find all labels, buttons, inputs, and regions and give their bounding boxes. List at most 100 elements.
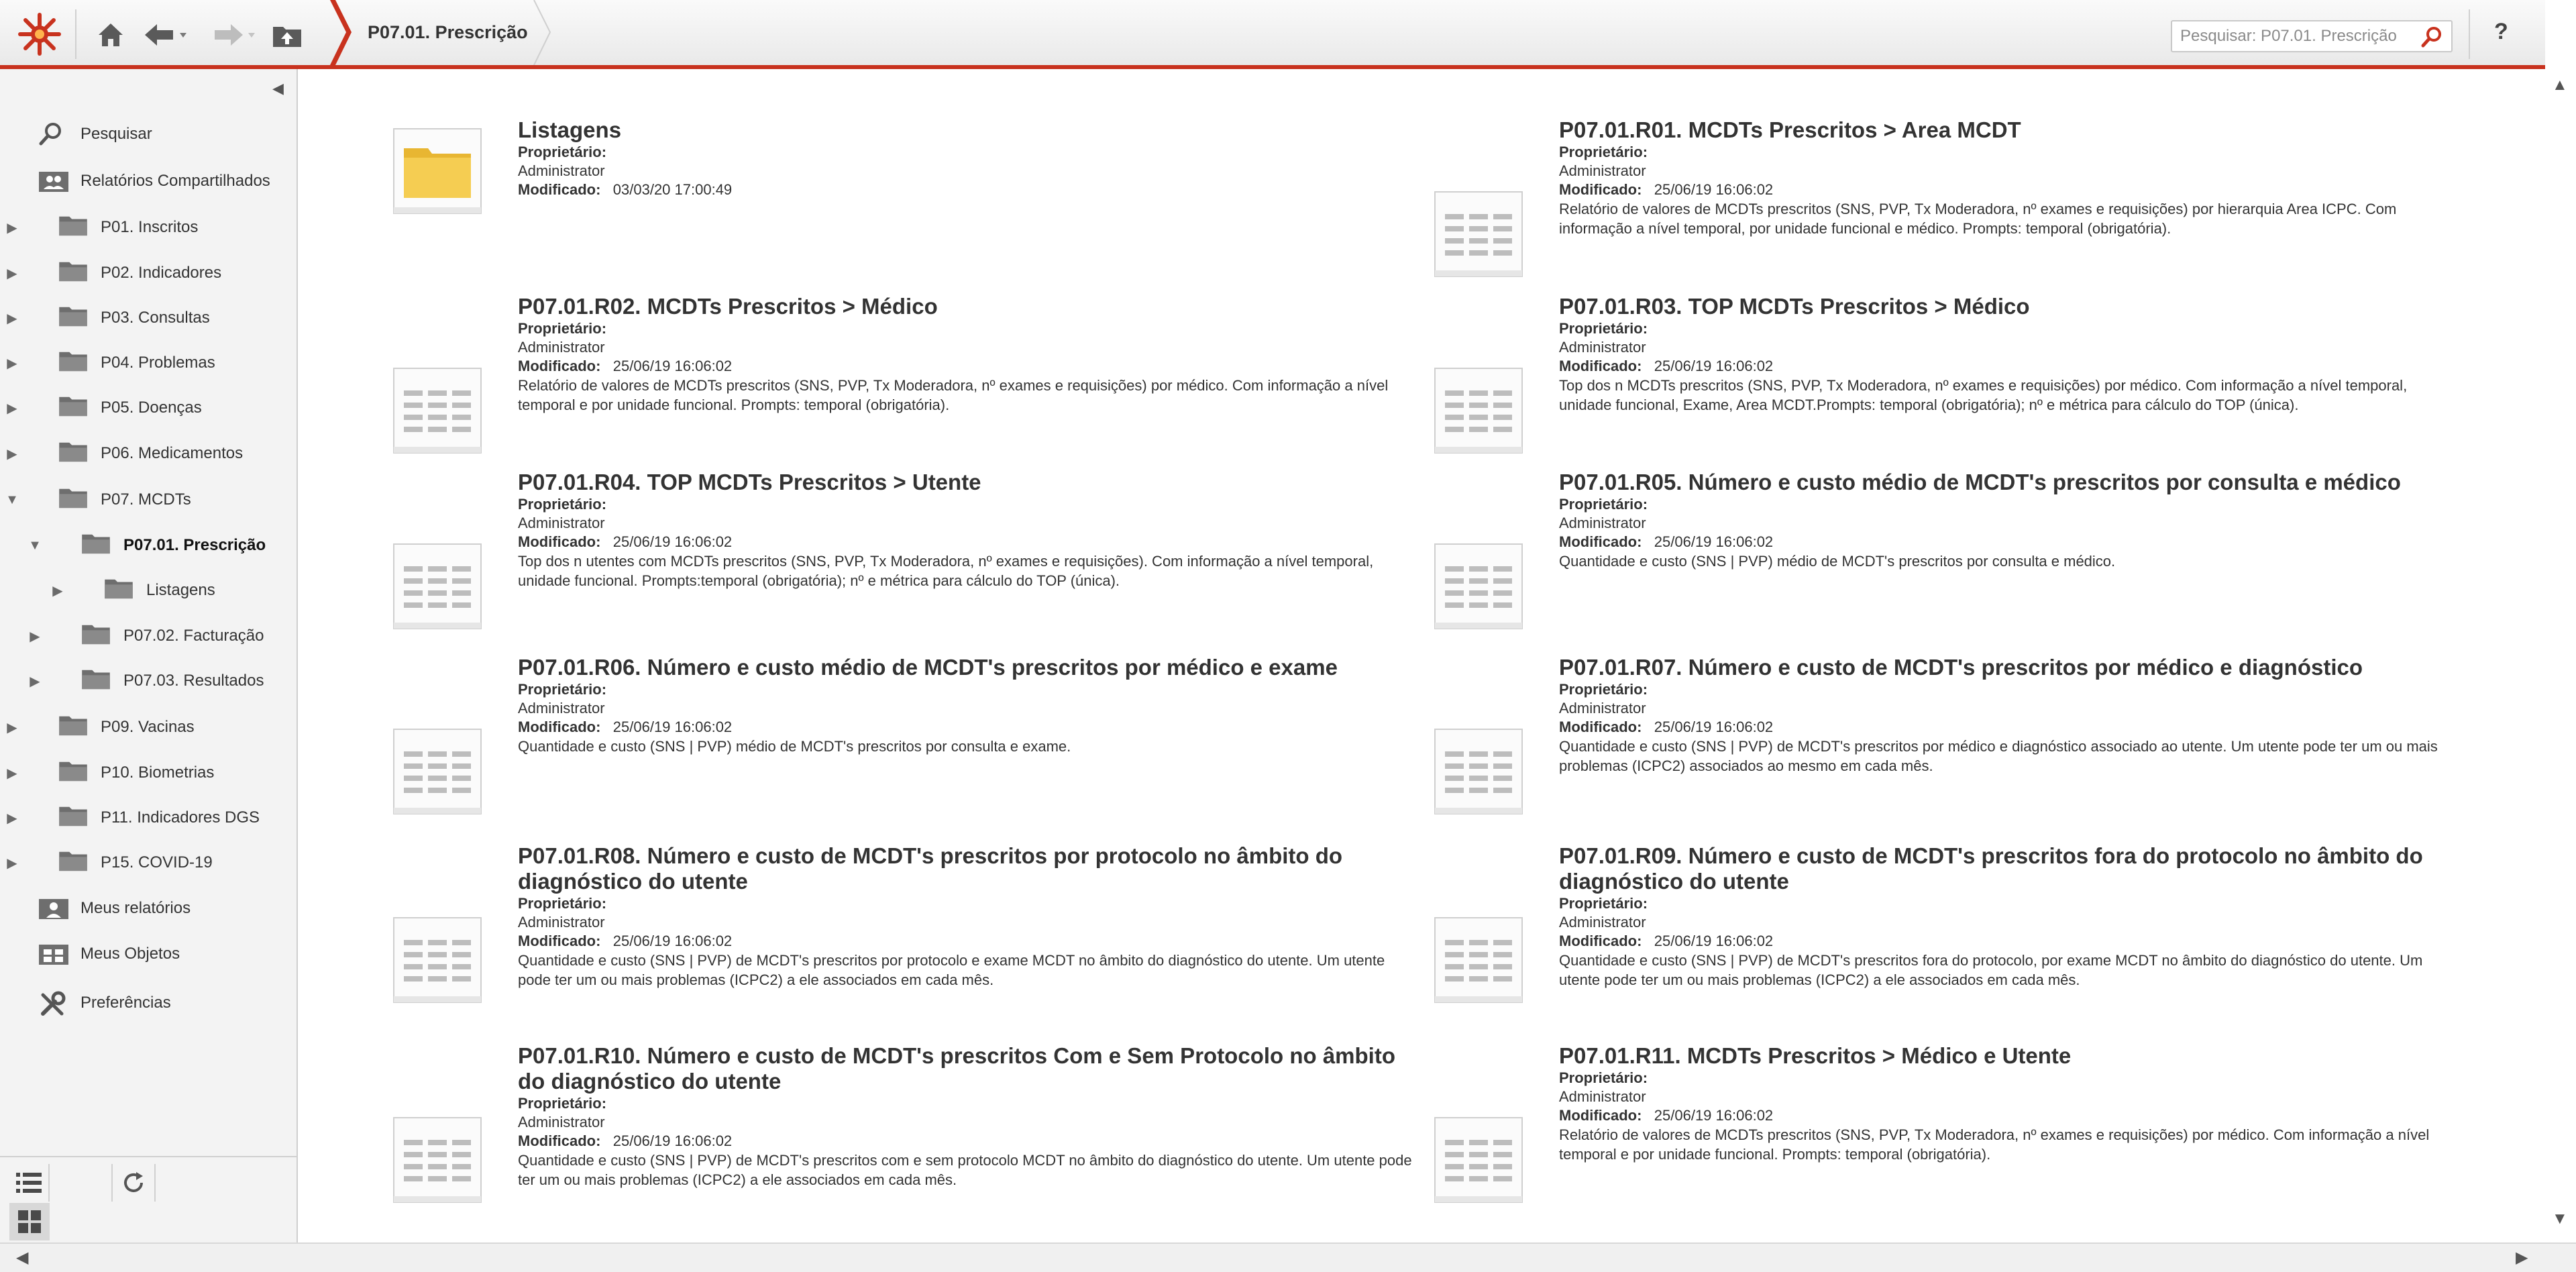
sidebar-item-label: P07.02. Facturação	[123, 627, 264, 645]
sidebar-item-p03-consultas[interactable]: ▶ P03. Consultas	[0, 299, 295, 337]
help-button[interactable]: ?	[2494, 19, 2508, 45]
sidebar-item-pesquisar[interactable]: Pesquisar	[0, 115, 295, 153]
expand-arrow-icon[interactable]: ▶	[4, 265, 20, 282]
sidebar-item-p02-indicadores[interactable]: ▶ P02. Indicadores	[0, 254, 295, 292]
search-box[interactable]	[2171, 20, 2453, 52]
report-icon[interactable]	[1434, 729, 1523, 814]
modified-label: Modificado:	[1559, 358, 1642, 374]
sidebar-item-meus-objetos[interactable]: Meus Objetos	[0, 935, 295, 973]
expand-arrow-icon[interactable]: ▶	[4, 855, 20, 871]
sidebar-item-p09-vacinas[interactable]: ▶ P09. Vacinas	[0, 708, 295, 746]
sidebar-item-p07-mcdts[interactable]: ▼ P07. MCDTs	[0, 481, 295, 519]
folder-icon	[103, 577, 134, 604]
report-icon[interactable]	[1434, 368, 1523, 454]
expand-arrow-icon[interactable]: ▶	[50, 582, 66, 599]
search-input[interactable]	[2172, 21, 2414, 51]
scroll-right-icon[interactable]: ▶	[2516, 1248, 2528, 1267]
collapse-arrow-icon[interactable]: ▼	[4, 492, 20, 508]
sidebar-item-relat-rios-compartilhados[interactable]: Relatórios Compartilhados	[0, 162, 295, 200]
expand-arrow-icon[interactable]: ▶	[27, 673, 43, 690]
expand-arrow-icon[interactable]: ▶	[4, 355, 20, 372]
sidebar-item-p11-indicadores-dgs[interactable]: ▶ P11. Indicadores DGS	[0, 799, 295, 837]
sidebar-item-p07-03-resultados[interactable]: ▶ P07.03. Resultados	[0, 662, 295, 700]
card-title[interactable]: P07.01.R03. TOP MCDTs Prescritos > Médic…	[1559, 294, 2458, 319]
card-title[interactable]: P07.01.R06. Número e custo médio de MCDT…	[518, 655, 1417, 680]
expand-arrow-icon[interactable]: ▶	[4, 445, 20, 462]
report-icon[interactable]	[393, 543, 482, 629]
up-folder-button[interactable]	[267, 15, 307, 55]
sidebar-item-p05-doen-as[interactable]: ▶ P05. Doenças	[0, 389, 295, 427]
sidebar-item-p07-02-factura-o[interactable]: ▶ P07.02. Facturação	[0, 617, 295, 655]
expand-arrow-icon[interactable]: ▶	[4, 219, 20, 236]
owner-label: Proprietário:	[1559, 496, 1648, 513]
sidebar-item-p10-biometrias[interactable]: ▶ P10. Biometrias	[0, 754, 295, 792]
sidebar-item-label: Relatórios Compartilhados	[80, 172, 270, 190]
card-title[interactable]: P07.01.R07. Número e custo de MCDT's pre…	[1559, 655, 2458, 680]
card-title[interactable]: P07.01.R08. Número e custo de MCDT's pre…	[518, 843, 1417, 894]
sidebar-item-p15-covid-19[interactable]: ▶ P15. COVID-19	[0, 844, 295, 882]
sidebar-item-meus-relat-rios[interactable]: Meus relatórios	[0, 890, 295, 927]
expand-arrow-icon[interactable]: ▶	[4, 400, 20, 417]
report-icon[interactable]	[1434, 917, 1523, 1003]
owner-label: Proprietário:	[1559, 1069, 1648, 1086]
folder-icon	[58, 714, 89, 741]
report-icon[interactable]	[1434, 1117, 1523, 1203]
scroll-down-icon[interactable]: ▼	[2552, 1210, 2568, 1228]
search-icon[interactable]	[2420, 25, 2443, 48]
home-button[interactable]	[91, 15, 130, 55]
card-title[interactable]: P07.01.R09. Número e custo de MCDT's pre…	[1559, 843, 2458, 894]
scroll-left-icon[interactable]: ◀	[16, 1248, 28, 1267]
card-title[interactable]: P07.01.R02. MCDTs Prescritos > Médico	[518, 294, 1417, 319]
report-icon[interactable]	[393, 729, 482, 814]
folder-icon	[58, 486, 89, 514]
sidebar-item-p01-inscritos[interactable]: ▶ P01. Inscritos	[0, 209, 295, 246]
vertical-scrollbar[interactable]: ▲ ▼	[2542, 69, 2576, 1242]
card-description: Relatório de valores de MCDTs prescritos…	[1559, 1126, 2430, 1163]
expand-arrow-icon[interactable]: ▶	[4, 310, 20, 327]
expand-arrow-icon[interactable]: ▶	[4, 719, 20, 736]
sidebar-item-label: Preferências	[80, 994, 171, 1012]
modified-label: Modificado:	[518, 358, 601, 374]
card-description: Top dos n utentes com MCDTs prescritos (…	[518, 553, 1374, 589]
sidebar-item-p07-01-prescri-o[interactable]: ▼ P07.01. Prescrição	[0, 527, 295, 564]
expand-arrow-icon[interactable]: ▶	[4, 765, 20, 782]
card-title[interactable]: Listagens	[518, 117, 1417, 143]
app-logo-icon[interactable]	[16, 11, 63, 58]
sidebar-item-prefer-ncias[interactable]: Preferências	[0, 984, 295, 1022]
horizontal-scrollbar[interactable]: ◀ ▶	[0, 1242, 2576, 1272]
card-title[interactable]: P07.01.R10. Número e custo de MCDT's pre…	[518, 1043, 1417, 1094]
folder-icon	[80, 668, 111, 695]
card-title[interactable]: P07.01.R05. Número e custo médio de MCDT…	[1559, 470, 2458, 495]
back-button[interactable]	[140, 15, 193, 55]
report-icon[interactable]	[1434, 191, 1523, 277]
card-title[interactable]: P07.01.R11. MCDTs Prescritos > Médico e …	[1559, 1043, 2458, 1069]
top-toolbar: P07.01. Prescrição ?	[0, 0, 2545, 69]
sidebar-item-p06-medicamentos[interactable]: ▶ P06. Medicamentos	[0, 435, 295, 472]
card-title[interactable]: P07.01.R04. TOP MCDTs Prescritos > Utent…	[518, 470, 1417, 495]
report-icon[interactable]	[393, 1117, 482, 1203]
folder-icon	[80, 623, 111, 650]
expand-arrow-icon[interactable]: ▶	[4, 810, 20, 827]
report-icon[interactable]	[393, 917, 482, 1003]
scroll-up-icon[interactable]: ▲	[2552, 76, 2568, 95]
report-icon[interactable]	[393, 368, 482, 454]
report-icon[interactable]	[1434, 543, 1523, 629]
modified-value: 25/06/19 16:06:02	[1654, 933, 1774, 949]
collapse-sidebar-icon[interactable]: ◀	[272, 80, 284, 97]
forward-button[interactable]	[208, 15, 262, 55]
card-text: P07.01.R07. Número e custo de MCDT's pre…	[1559, 655, 2458, 776]
sidebar-item-label: P04. Problemas	[101, 354, 215, 372]
list-view-button[interactable]	[9, 1164, 50, 1202]
sidebar-item-listagens[interactable]: ▶ Listagens	[0, 572, 295, 609]
modified-label: Modificado:	[1559, 181, 1642, 198]
collapse-arrow-icon[interactable]: ▼	[27, 538, 43, 553]
expand-arrow-icon[interactable]: ▶	[27, 628, 43, 645]
grid-view-button[interactable]	[9, 1203, 50, 1240]
folder-icon[interactable]	[393, 128, 482, 214]
refresh-button[interactable]	[111, 1164, 156, 1202]
folder-icon	[58, 440, 89, 468]
card-title[interactable]: P07.01.R01. MCDTs Prescritos > Area MCDT	[1559, 117, 2458, 143]
sidebar-item-p04-problemas[interactable]: ▶ P04. Problemas	[0, 344, 295, 382]
modified-label: Modificado:	[518, 1132, 601, 1149]
forward-arrow-icon	[215, 24, 255, 46]
